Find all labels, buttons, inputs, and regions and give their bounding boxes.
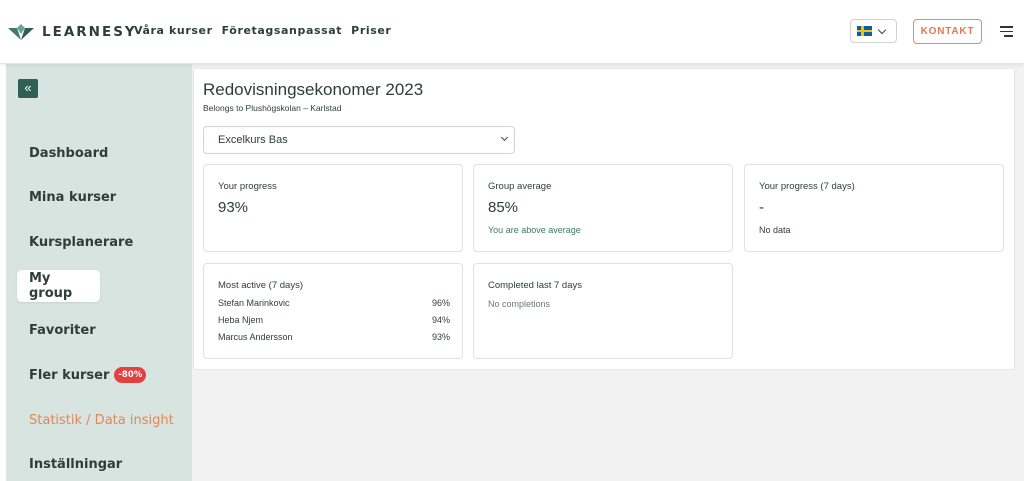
- list-item: Marcus Andersson 93%: [218, 332, 450, 349]
- card-note: No data: [759, 225, 791, 235]
- sidebar-item-my-group[interactable]: My group: [17, 270, 100, 302]
- logo[interactable]: LEARNESY: [8, 22, 137, 42]
- sidebar-item-dashboard[interactable]: Dashboard: [17, 137, 120, 169]
- card-label: Your progress (7 days): [759, 181, 855, 192]
- card-note: You are above average: [488, 225, 581, 235]
- card-label: Group average: [488, 181, 552, 192]
- list-item: Heba Njem 94%: [218, 315, 450, 332]
- nav-foretagsanpassat[interactable]: Företagsanpassat: [222, 24, 343, 37]
- sidebar: « Dashboard Mina kurser Kursplanerare My…: [6, 64, 192, 481]
- learnesy-logo-icon: [8, 24, 34, 40]
- course-select[interactable]: Excelkurs Bas: [203, 126, 515, 154]
- language-selector[interactable]: [850, 19, 897, 43]
- completed-card: Completed last 7 days No completions: [473, 263, 733, 359]
- sidebar-item-kursplanerare[interactable]: Kursplanerare: [17, 226, 145, 258]
- most-active-list: Stefan Marinkovic 96% Heba Njem 94% Marc…: [218, 298, 450, 349]
- top-header: LEARNESY Våra kurser Företagsanpassat Pr…: [0, 0, 1024, 64]
- card-value: -: [759, 199, 764, 216]
- card-note: No completions: [488, 299, 551, 309]
- menu-icon[interactable]: [1000, 26, 1013, 40]
- brand-name: LEARNESY: [42, 24, 137, 40]
- most-active-card: Most active (7 days) Stefan Marinkovic 9…: [203, 263, 463, 359]
- member-value: 94%: [431, 315, 450, 325]
- nav-priser[interactable]: Priser: [351, 24, 391, 37]
- discount-badge: -80%: [114, 367, 147, 383]
- collapse-sidebar-icon[interactable]: «: [18, 79, 38, 98]
- contact-button[interactable]: KONTAKT: [913, 19, 982, 44]
- card-value: 93%: [218, 199, 249, 216]
- chevron-down-icon: [500, 133, 509, 142]
- sidebar-item-statistik[interactable]: Statistik / Data insight: [17, 404, 186, 436]
- card-label: Completed last 7 days: [488, 280, 582, 291]
- sidebar-item-favoriter[interactable]: Favoriter: [17, 314, 108, 346]
- sidebar-item-mina-kurser[interactable]: Mina kurser: [17, 181, 128, 213]
- card-label: Most active (7 days): [218, 280, 303, 291]
- member-value: 96%: [431, 298, 450, 308]
- page-title: Redovisningsekonomer 2023: [203, 80, 424, 99]
- swedish-flag-icon: [857, 26, 872, 36]
- main-nav: Våra kurser Företagsanpassat Priser: [134, 24, 391, 37]
- member-name: Heba Njem: [218, 315, 264, 325]
- member-value: 93%: [431, 332, 450, 342]
- member-name: Stefan Marinkovic: [218, 298, 290, 308]
- nav-vara-kurser[interactable]: Våra kurser: [134, 24, 213, 37]
- list-item: Stefan Marinkovic 96%: [218, 298, 450, 315]
- card-value: 85%: [488, 199, 519, 216]
- your-progress-card: Your progress 93%: [203, 164, 463, 252]
- group-average-card: Group average 85% You are above average: [473, 164, 733, 252]
- sidebar-item-fler-kurser[interactable]: Fler kurser -80%: [17, 359, 158, 391]
- sidebar-item-label: Fler kurser: [29, 367, 110, 383]
- sidebar-item-installningar[interactable]: Inställningar: [17, 448, 134, 480]
- chevron-down-icon: [877, 25, 887, 34]
- member-name: Marcus Andersson: [218, 332, 293, 342]
- course-select-value: Excelkurs Bas: [218, 134, 288, 146]
- your-progress-7days-card: Your progress (7 days) - No data: [744, 164, 1004, 252]
- card-label: Your progress: [218, 181, 277, 192]
- page-subtitle: Belongs to Plushögskolan – Karlstad: [203, 103, 342, 113]
